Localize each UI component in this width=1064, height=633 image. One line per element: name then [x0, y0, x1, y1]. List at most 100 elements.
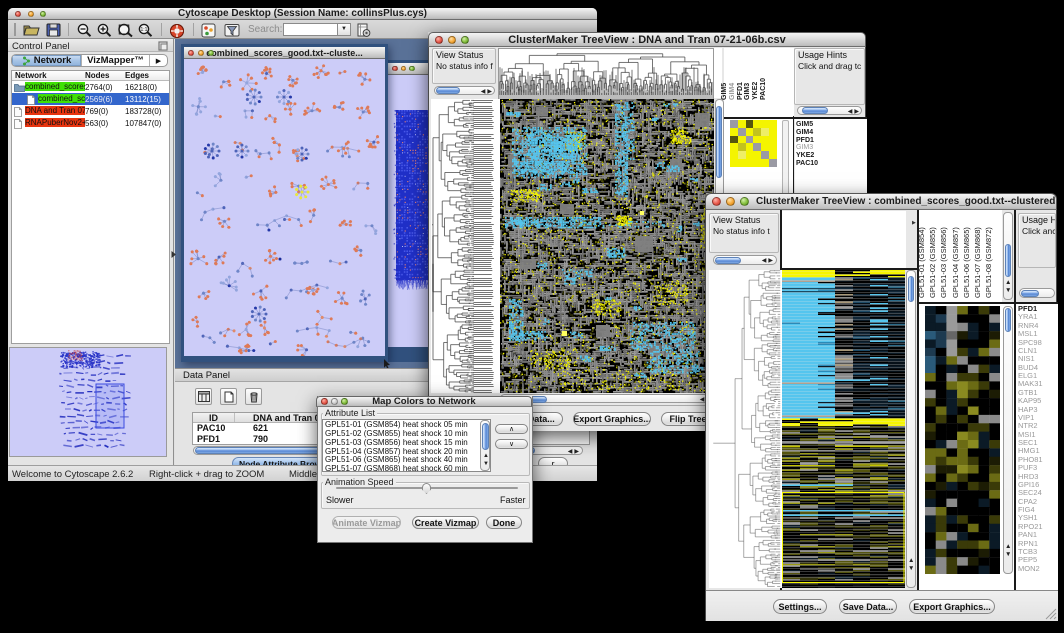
gene-label[interactable]: MON2 — [1018, 565, 1043, 573]
animate-vizmap-button[interactable]: Animate Vizmap — [332, 516, 401, 529]
minimize-icon[interactable] — [726, 197, 735, 206]
column-dendrogram[interactable] — [498, 48, 714, 100]
zoom-window-icon[interactable] — [40, 11, 46, 17]
delete-attribute-icon[interactable] — [245, 388, 262, 405]
column-label[interactable]: GPL51-02 (GSM855) — [928, 227, 937, 298]
network-table-row[interactable]: DNA and Tran 07769(0)183728(0) — [12, 105, 169, 117]
toolbar-handle[interactable] — [14, 23, 16, 36]
search-options-icon[interactable] — [356, 23, 371, 38]
new-attribute-icon[interactable] — [220, 388, 237, 405]
save-data-button[interactable]: Save Data... — [839, 599, 897, 614]
attribute-list-scrollbar[interactable]: ▲▼ — [480, 420, 490, 471]
search-dropdown-button[interactable]: ▼ — [337, 23, 351, 36]
treeview1-title-bar[interactable]: ClusterMaker TreeView : DNA and Tran 07-… — [428, 32, 866, 47]
row-dendrogram[interactable] — [431, 99, 500, 393]
save-icon[interactable] — [46, 23, 61, 37]
splitter-collapse-arrow[interactable] — [170, 250, 177, 259]
column-label[interactable]: YKE2 — [752, 82, 759, 100]
network-table-row[interactable]: combined_sco2569(6)13112(15) — [12, 93, 169, 105]
column-label[interactable]: GPL51-03 (GSM856) — [939, 227, 948, 298]
main-title-bar[interactable]: Cytoscape Desktop (Session Name: collins… — [8, 8, 597, 20]
export-graphics-button[interactable]: Export Graphics... — [573, 412, 651, 426]
move-down-button[interactable]: ∨ — [495, 439, 528, 449]
node-appearance-icon[interactable] — [201, 23, 216, 38]
global-heatmap[interactable] — [500, 99, 714, 393]
close-icon[interactable] — [712, 197, 721, 206]
dialog-title-bar[interactable]: Map Colors to Network — [316, 396, 532, 407]
zoom-actual-icon[interactable]: 1:1 — [137, 23, 154, 38]
minimize-icon[interactable] — [401, 66, 407, 72]
column-label[interactable]: GPL51-04 (GSM857) — [951, 227, 960, 298]
global-heatmap[interactable] — [782, 270, 905, 588]
close-icon[interactable] — [392, 66, 398, 72]
treeview2-hints-scrollbar[interactable] — [1019, 288, 1055, 298]
done-button[interactable]: Done — [486, 516, 522, 529]
column-label[interactable]: GIM3 — [744, 83, 751, 100]
search-input[interactable] — [283, 23, 337, 36]
zoom-window-icon[interactable] — [341, 398, 348, 405]
close-icon[interactable] — [435, 36, 443, 44]
column-label[interactable]: GIM5 — [721, 83, 728, 100]
zoom-window-icon[interactable] — [409, 66, 415, 72]
row-label[interactable]: PFD1 — [796, 137, 818, 145]
column-label[interactable]: GPL51-06 (GSM865) — [962, 227, 971, 298]
zoom-window-icon[interactable] — [461, 36, 469, 44]
row-label[interactable]: PAC10 — [796, 160, 818, 168]
minimize-icon[interactable] — [28, 11, 34, 17]
treeview2-status-scrollbar[interactable]: ◀▶ — [713, 255, 777, 265]
row-dendrogram[interactable] — [709, 270, 782, 588]
tab-network[interactable]: Network — [12, 55, 81, 66]
settings-button[interactable]: Settings... — [773, 599, 827, 614]
column-label-scrollbar[interactable]: ▲▼ — [1003, 212, 1013, 300]
zoom-fit-icon[interactable] — [116, 23, 135, 38]
tab-vizmapper[interactable]: VizMapper™ — [81, 55, 149, 66]
treeview2-title-bar[interactable]: ClusterMaker TreeView : combined_scores_… — [705, 193, 1057, 210]
zoom-vscrollbar[interactable]: ▲▼ — [1003, 306, 1013, 574]
network-view[interactable] — [184, 59, 385, 356]
network-view-window-1[interactable]: combined_scores_good.txt--cluste... — [181, 44, 388, 362]
help-ring-icon[interactable] — [169, 23, 185, 39]
treeview1-hints-scrollbar[interactable]: ◀▶ — [797, 106, 862, 115]
column-label[interactable]: GPL51-01 (GSM854) — [917, 227, 926, 298]
move-up-button[interactable]: ∧ — [495, 424, 528, 434]
open-file-icon[interactable] — [22, 23, 42, 37]
close-icon[interactable] — [15, 11, 21, 17]
column-label[interactable]: GPL51-07 (GSM868) — [973, 227, 982, 298]
column-label[interactable]: PAC10 — [760, 78, 767, 100]
column-header-id[interactable]: ID — [193, 413, 235, 422]
row-label[interactable]: YKE2 — [796, 152, 818, 160]
zoom-heatmap[interactable] — [730, 120, 777, 167]
zoom-window-icon[interactable] — [740, 197, 749, 206]
export-graphics-button[interactable]: Export Graphics... — [909, 599, 995, 614]
attribute-table-icon[interactable] — [195, 388, 212, 405]
tab-overflow[interactable]: ▶ — [149, 55, 167, 66]
zoom-out-icon[interactable] — [76, 23, 93, 38]
close-icon[interactable] — [188, 50, 194, 56]
column-label[interactable]: GPL51-08 (GSM872) — [984, 227, 993, 298]
zoom-in-icon[interactable] — [96, 23, 113, 38]
network-table-header[interactable]: Network Nodes Edges — [12, 71, 169, 81]
attribute-list-item[interactable]: GPL51-07 (GSM868) heat shock 60 min — [325, 465, 490, 472]
resize-grip[interactable] — [1045, 608, 1057, 620]
create-vizmap-button[interactable]: Create Vizmap — [412, 516, 479, 529]
column-label[interactable]: PFD1 — [737, 82, 744, 100]
network-table-row[interactable]: RNAPuberNov2+I563(0)107847(0) — [12, 117, 169, 129]
row-label[interactable]: GIM5 — [796, 121, 818, 129]
filter-icon[interactable] — [224, 23, 241, 38]
minimize-icon[interactable] — [448, 36, 456, 44]
network-table-row[interactable]: combined_scores_2764(0)16218(0) — [12, 81, 169, 93]
row-label[interactable]: GIM3 — [796, 144, 818, 152]
zoom-window-icon[interactable] — [208, 50, 214, 56]
minimize-icon[interactable] — [198, 50, 204, 56]
close-icon[interactable] — [321, 398, 328, 405]
heatmap-vscrollbar[interactable]: ▲▼ — [906, 270, 916, 588]
attribute-list[interactable]: GPL51-01 (GSM854) heat shock 05 minGPL51… — [322, 419, 491, 472]
minimize-icon[interactable] — [331, 398, 338, 405]
zoom-heatmap[interactable] — [925, 306, 1000, 574]
treeview1-status-scrollbar[interactable]: ◀▶ — [434, 86, 495, 95]
row-label[interactable]: GIM4 — [796, 129, 818, 137]
network-overview-panel[interactable] — [9, 347, 167, 457]
network-table-rows: combined_scores_2764(0)16218(0)combined_… — [12, 81, 169, 129]
float-panel-icon[interactable] — [158, 41, 168, 51]
column-label[interactable]: GIM4 — [729, 83, 736, 100]
